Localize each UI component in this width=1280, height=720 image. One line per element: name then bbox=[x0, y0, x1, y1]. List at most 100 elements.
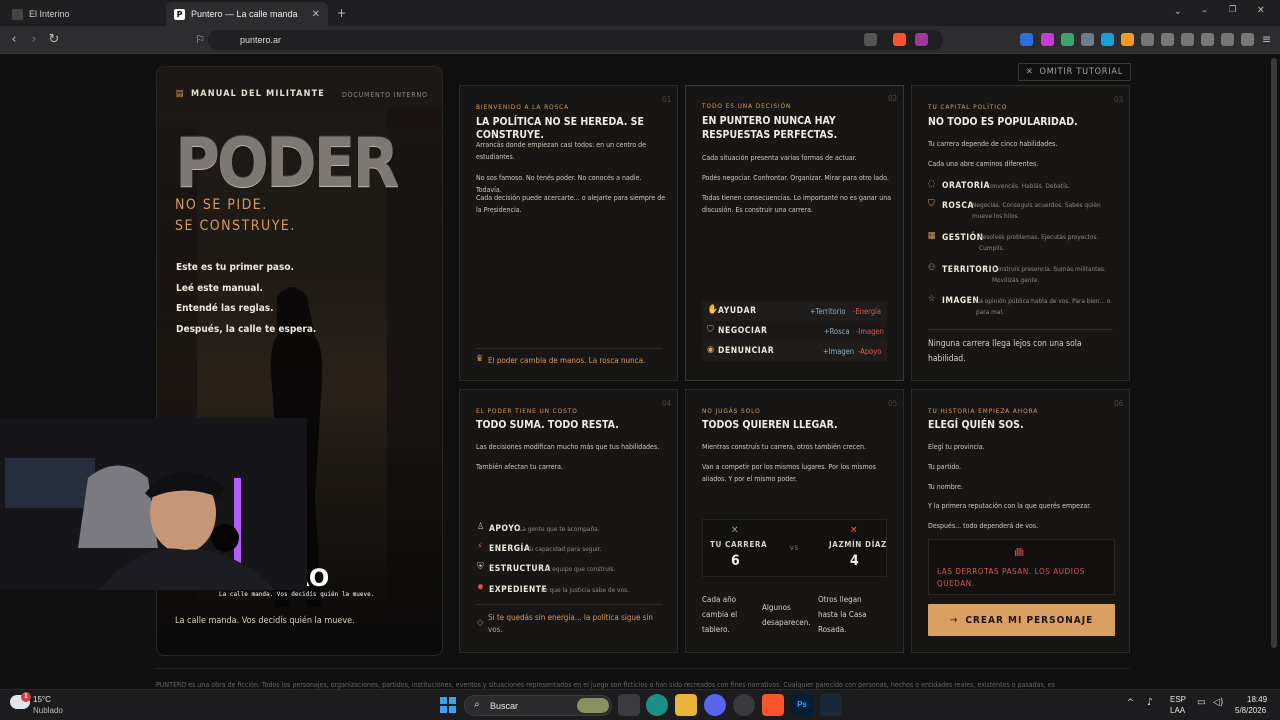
windows-start-icon[interactable] bbox=[438, 695, 458, 715]
speech-bubble-icon: ◌ bbox=[928, 179, 936, 189]
maximize-icon[interactable]: ❐ bbox=[1229, 5, 1236, 15]
card-footer: Si te quedás sin energía... la política … bbox=[488, 613, 653, 634]
extension-icon[interactable] bbox=[1041, 33, 1054, 46]
task-view-icon[interactable] bbox=[618, 694, 640, 716]
steam-icon[interactable] bbox=[820, 694, 842, 716]
versus-left-label: TU CARRERA bbox=[710, 540, 768, 549]
manual-header: MANUAL DEL MILITANTE bbox=[191, 89, 326, 99]
tab-puntero[interactable]: P Puntero — La calle manda ✕ bbox=[166, 2, 328, 26]
close-tab-icon[interactable]: ✕ bbox=[312, 9, 320, 20]
cast-icon[interactable] bbox=[864, 33, 877, 46]
scrollbar[interactable] bbox=[1271, 58, 1277, 648]
megaphone-icon: ◉ bbox=[707, 345, 715, 355]
brave-rewards-icon[interactable] bbox=[915, 33, 928, 46]
url-field[interactable]: puntero.ar bbox=[208, 30, 943, 50]
brave-icon[interactable] bbox=[762, 694, 784, 716]
extension-icon[interactable] bbox=[1081, 33, 1094, 46]
browser-tab-bar: El Interino P Puntero — La calle manda ✕… bbox=[0, 0, 1280, 26]
back-icon[interactable]: ‹ bbox=[6, 32, 22, 48]
forward-icon[interactable]: › bbox=[26, 32, 42, 48]
media-icon[interactable] bbox=[1161, 33, 1174, 46]
shield-icon: ⛨ bbox=[477, 562, 484, 572]
info-column: Cada año cambia el tablero. bbox=[702, 595, 738, 634]
minimize-icon[interactable]: – bbox=[1202, 4, 1207, 17]
card-paragraph: También afectan tu carrera. bbox=[476, 463, 564, 471]
language-code[interactable]: ESP bbox=[1170, 695, 1186, 704]
card-paragraph: Cada una abre caminos diferentes. bbox=[928, 160, 1039, 168]
action-row[interactable]: ⛉ NEGOCIAR +Rosca -Imagen bbox=[702, 321, 887, 341]
search-box[interactable]: ⌕ Buscar bbox=[464, 695, 612, 716]
tab-list-icon[interactable]: ⌄ bbox=[1174, 6, 1182, 17]
new-tab-icon[interactable]: + bbox=[337, 6, 346, 20]
versus-label: VS bbox=[790, 545, 800, 552]
leo-icon[interactable] bbox=[1221, 33, 1234, 46]
clock-time[interactable]: 18:49 bbox=[1247, 695, 1267, 704]
warning-icon: ◇ bbox=[477, 618, 484, 628]
create-character-button[interactable]: → CREAR MI PERSONAJE bbox=[928, 604, 1115, 636]
manual-line: Leé este manual. bbox=[176, 283, 263, 294]
extension-icon[interactable] bbox=[1061, 33, 1074, 46]
big-word-title: PODER bbox=[175, 124, 400, 203]
document-label: DOCUMENTO INTERNO bbox=[342, 91, 428, 99]
card-paragraph: Mientras construís tu carrera, otros tam… bbox=[702, 443, 866, 451]
extension-icon[interactable] bbox=[1020, 33, 1033, 46]
stat-desc: Tu capacidad para seguir. bbox=[527, 545, 602, 553]
puntero-favicon-icon: P bbox=[174, 8, 185, 20]
divider bbox=[476, 348, 662, 349]
tab-favicon-icon bbox=[12, 8, 23, 20]
divider bbox=[156, 668, 1130, 669]
skill-name: IMAGEN bbox=[942, 296, 980, 306]
action-row[interactable]: ✋ AYUDAR +Territorio -Energía bbox=[702, 301, 887, 321]
crossed-swords-icon: ✕ bbox=[850, 525, 858, 536]
discord-icon[interactable] bbox=[704, 694, 726, 716]
extension-icon[interactable] bbox=[1121, 33, 1134, 46]
extensions-icon[interactable] bbox=[1141, 33, 1154, 46]
card-paragraph: Van a competir por los mismos lugares. P… bbox=[702, 463, 876, 483]
chevron-up-icon[interactable]: ^ bbox=[1127, 698, 1134, 708]
sidebar-icon[interactable] bbox=[1181, 33, 1194, 46]
versus-right-value: 4 bbox=[850, 553, 859, 569]
manual-line: Después, la calle te espera. bbox=[176, 324, 317, 335]
webcam-overlay bbox=[0, 418, 307, 590]
weather-desc: Nublado bbox=[33, 706, 63, 715]
card-kicker: TODO ES UNA DECISIÓN bbox=[702, 102, 792, 110]
skill-name: ROSCA bbox=[942, 201, 974, 211]
card-kicker: TU CAPITAL POLÍTICO bbox=[928, 103, 1008, 111]
card-number: 01 bbox=[662, 95, 672, 104]
card-title: EN PUNTERO NUNCA HAY bbox=[702, 115, 836, 127]
crossed-swords-icon: ✕ bbox=[731, 525, 739, 536]
badge-icon: ✹ bbox=[477, 583, 484, 593]
card-title: TODOS QUIEREN LLEGAR. bbox=[702, 419, 838, 431]
card-paragraph: Cada situación presenta varias formas de… bbox=[702, 154, 857, 162]
photoshop-icon[interactable]: Ps bbox=[791, 694, 813, 716]
reload-icon[interactable]: ↻ bbox=[46, 32, 62, 48]
bookmark-icon[interactable]: ⚐ bbox=[192, 32, 208, 48]
wallet-icon[interactable] bbox=[1201, 33, 1214, 46]
file-explorer-icon[interactable] bbox=[675, 694, 697, 716]
volume-icon[interactable]: ◁) bbox=[1213, 697, 1223, 708]
action-row[interactable]: ◉ DENUNCIAR +Imagen -Apoyo bbox=[702, 341, 887, 361]
skill-name: TERRITORIO bbox=[942, 265, 1000, 275]
card-number: 05 bbox=[888, 399, 898, 408]
brave-shields-icon[interactable] bbox=[893, 33, 906, 46]
skill-desc: Construís presencia. Sumás militantes. M… bbox=[992, 265, 1106, 284]
edge-icon[interactable] bbox=[646, 694, 668, 716]
card-title: ELEGÍ QUIÉN SOS. bbox=[928, 419, 1024, 431]
stat-name: EXPEDIENTE bbox=[489, 585, 548, 595]
skill-name: GESTIÓN bbox=[942, 233, 984, 243]
menu-icon[interactable]: ≡ bbox=[1262, 32, 1271, 46]
book-icon: ▤ bbox=[176, 89, 184, 99]
card-paragraph: Tu partido. bbox=[928, 463, 962, 471]
network-icon[interactable]: ▭ bbox=[1197, 697, 1206, 708]
vpn-icon[interactable] bbox=[1241, 33, 1254, 46]
extension-icon[interactable] bbox=[1101, 33, 1114, 46]
skip-tutorial-button[interactable]: ✕ OMITIR TUTORIAL bbox=[1018, 63, 1131, 81]
tab-el-interino[interactable]: El Interino bbox=[4, 2, 164, 26]
skill-desc: Resolvés problemas. Ejecutás proyectos. … bbox=[979, 233, 1099, 252]
app-icon[interactable] bbox=[733, 694, 755, 716]
tagline-line-1: NO SE PIDE. bbox=[175, 197, 268, 213]
microphone-icon[interactable]: ♪ bbox=[1147, 697, 1153, 708]
card-footer: El poder cambia de manos. La rosca nunca… bbox=[488, 356, 646, 365]
weather-temp[interactable]: 15°C bbox=[33, 695, 51, 704]
close-window-icon[interactable]: ✕ bbox=[1257, 5, 1265, 16]
